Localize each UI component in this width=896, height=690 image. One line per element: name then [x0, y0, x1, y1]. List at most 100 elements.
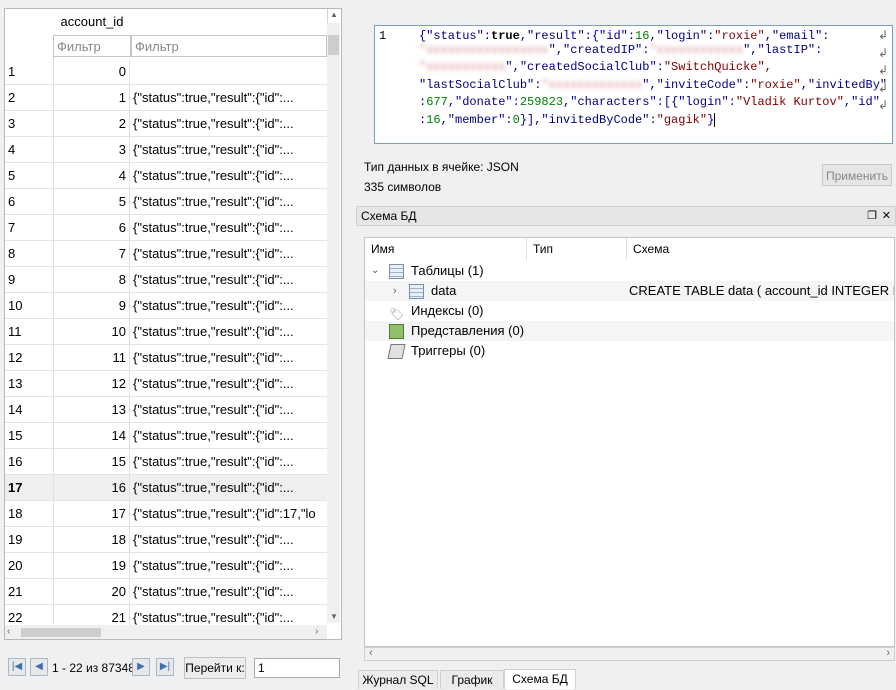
cell-data[interactable]: {"status":true,"result":{"id":... — [133, 553, 327, 579]
chevron-down-icon[interactable]: ⌄ — [371, 261, 379, 281]
table-row[interactable]: 16 15 {"status":true,"result":{"id":... — [5, 449, 327, 475]
cell-data[interactable]: {"status":true,"result":{"id":... — [133, 345, 327, 371]
row-number[interactable]: 16 — [8, 449, 52, 475]
row-number[interactable]: 10 — [8, 293, 52, 319]
cell-data[interactable]: {"status":true,"result":{"id":... — [133, 189, 327, 215]
table-row[interactable]: 5 4 {"status":true,"result":{"id":... — [5, 163, 327, 189]
row-number[interactable]: 14 — [8, 397, 52, 423]
tree-node-data-table[interactable]: › data CREATE TABLE data ( account_id IN… — [365, 281, 894, 301]
row-number[interactable]: 2 — [8, 85, 52, 111]
tree-header-type[interactable]: Тип — [527, 238, 627, 260]
cell-account-id[interactable]: 17 — [53, 501, 130, 526]
tab-sql-log[interactable]: Журнал SQL — [358, 670, 438, 689]
scroll-left-icon[interactable]: ‹ — [369, 647, 373, 659]
grid-vertical-scroll-thumb[interactable] — [328, 35, 339, 55]
table-row[interactable]: 10 9 {"status":true,"result":{"id":... — [5, 293, 327, 319]
cell-data[interactable]: {"status":true,"result":{"id":... — [133, 319, 327, 345]
tree-node-indexes[interactable]: 🏷 Индексы (0) — [365, 301, 894, 321]
goto-input[interactable]: 1 — [254, 658, 340, 678]
tree-header-schema[interactable]: Схема — [627, 238, 894, 260]
row-number[interactable]: 5 — [8, 163, 52, 189]
cell-data[interactable]: {"status":true,"result":{"id":... — [133, 215, 327, 241]
close-dock-icon[interactable]: ✕ — [882, 207, 891, 225]
grid-horizontal-scroll-thumb[interactable] — [21, 628, 101, 637]
cell-account-id[interactable]: 3 — [53, 137, 130, 162]
column-header-data[interactable] — [131, 9, 328, 36]
cell-data[interactable]: {"status":true,"result":{"id":... — [133, 241, 327, 267]
table-row[interactable]: 15 14 {"status":true,"result":{"id":... — [5, 423, 327, 449]
cell-account-id[interactable]: 20 — [53, 579, 130, 604]
goto-button[interactable]: Перейти к: — [184, 657, 246, 679]
cell-account-id[interactable]: 18 — [53, 527, 130, 552]
cell-account-id[interactable]: 0 — [53, 59, 130, 84]
cell-account-id[interactable]: 10 — [53, 319, 130, 344]
row-number[interactable]: 1 — [8, 59, 52, 85]
row-number[interactable]: 13 — [8, 371, 52, 397]
scroll-left-icon[interactable]: ‹ — [7, 625, 10, 639]
table-row[interactable]: 9 8 {"status":true,"result":{"id":... — [5, 267, 327, 293]
row-number[interactable]: 17 — [8, 475, 52, 501]
table-row[interactable]: 3 2 {"status":true,"result":{"id":... — [5, 111, 327, 137]
cell-data[interactable]: {"status":true,"result":{"id":... — [133, 579, 327, 605]
cell-account-id[interactable]: 13 — [53, 397, 130, 422]
cell-account-id[interactable]: 2 — [53, 111, 130, 136]
tree-node-triggers[interactable]: Триггеры (0) — [365, 341, 894, 361]
cell-data[interactable]: {"status":true,"result":{"id":... — [133, 397, 327, 423]
cell-account-id[interactable]: 8 — [53, 267, 130, 292]
cell-data[interactable]: {"status":true,"result":{"id":... — [133, 111, 327, 137]
cell-account-id[interactable]: 4 — [53, 163, 130, 188]
table-row[interactable]: 13 12 {"status":true,"result":{"id":... — [5, 371, 327, 397]
row-number[interactable]: 8 — [8, 241, 52, 267]
table-row[interactable]: 6 5 {"status":true,"result":{"id":... — [5, 189, 327, 215]
cell-data[interactable]: {"status":true,"result":{"id":17,"lo — [133, 501, 327, 527]
cell-account-id[interactable]: 19 — [53, 553, 130, 578]
cell-data[interactable]: {"status":true,"result":{"id":... — [133, 267, 327, 293]
row-number[interactable]: 19 — [8, 527, 52, 553]
table-row[interactable]: 8 7 {"status":true,"result":{"id":... — [5, 241, 327, 267]
cell-data[interactable]: {"status":true,"result":{"id":... — [133, 423, 327, 449]
cell-account-id[interactable]: 14 — [53, 423, 130, 448]
table-row[interactable]: 17 16 {"status":true,"result":{"id":... — [5, 475, 327, 501]
cell-data[interactable]: {"status":true,"result":{"id":... — [133, 527, 327, 553]
tree-node-views[interactable]: Представления (0) — [365, 321, 894, 341]
schema-horizontal-scrollbar[interactable]: ‹ › — [364, 647, 895, 661]
table-row[interactable]: 12 11 {"status":true,"result":{"id":... — [5, 345, 327, 371]
float-dock-icon[interactable]: ❐ — [867, 207, 877, 225]
cell-account-id[interactable]: 9 — [53, 293, 130, 318]
table-row[interactable]: 11 10 {"status":true,"result":{"id":... — [5, 319, 327, 345]
table-row[interactable]: 21 20 {"status":true,"result":{"id":... — [5, 579, 327, 605]
cell-data[interactable]: {"status":true,"result":{"id":... — [133, 137, 327, 163]
cell-account-id[interactable]: 1 — [53, 85, 130, 110]
cell-account-id[interactable]: 11 — [53, 345, 130, 370]
cell-account-id[interactable]: 7 — [53, 241, 130, 266]
row-number[interactable]: 21 — [8, 579, 52, 605]
table-row[interactable]: 14 13 {"status":true,"result":{"id":... — [5, 397, 327, 423]
table-row[interactable]: 2 1 {"status":true,"result":{"id":... — [5, 85, 327, 111]
cell-data[interactable]: {"status":true,"result":{"id":... — [133, 371, 327, 397]
row-number[interactable]: 6 — [8, 189, 52, 215]
scroll-right-icon[interactable]: › — [886, 647, 890, 659]
data-grid[interactable]: account_id Фильтр Фильтр 1 0 2 1 {"status":t… — [4, 8, 342, 640]
row-number[interactable]: 3 — [8, 111, 52, 137]
row-number[interactable]: 18 — [8, 501, 52, 527]
cell-data[interactable]: {"status":true,"result":{"id":... — [133, 293, 327, 319]
filter-account-id[interactable]: Фильтр — [53, 35, 131, 57]
table-row[interactable]: 20 19 {"status":true,"result":{"id":... — [5, 553, 327, 579]
filter-data[interactable]: Фильтр — [131, 35, 327, 57]
row-number[interactable]: 15 — [8, 423, 52, 449]
apply-button[interactable]: Применить — [822, 164, 892, 186]
table-row[interactable]: 18 17 {"status":true,"result":{"id":17,"lo — [5, 501, 327, 527]
scroll-right-icon[interactable]: › — [315, 625, 318, 639]
cell-account-id[interactable]: 6 — [53, 215, 130, 240]
table-row[interactable]: 19 18 {"status":true,"result":{"id":... — [5, 527, 327, 553]
row-number[interactable]: 20 — [8, 553, 52, 579]
tab-db-schema[interactable]: Схема БД — [504, 669, 576, 689]
cell-account-id[interactable]: 5 — [53, 189, 130, 214]
row-number[interactable]: 4 — [8, 137, 52, 163]
tab-plot[interactable]: График — [440, 670, 504, 689]
table-row[interactable]: 10 — [5, 59, 327, 85]
cell-account-id[interactable]: 12 — [53, 371, 130, 396]
cell-account-id[interactable]: 15 — [53, 449, 130, 474]
row-number[interactable]: 11 — [8, 319, 52, 345]
first-record-icon[interactable]: |◀ — [8, 658, 26, 676]
